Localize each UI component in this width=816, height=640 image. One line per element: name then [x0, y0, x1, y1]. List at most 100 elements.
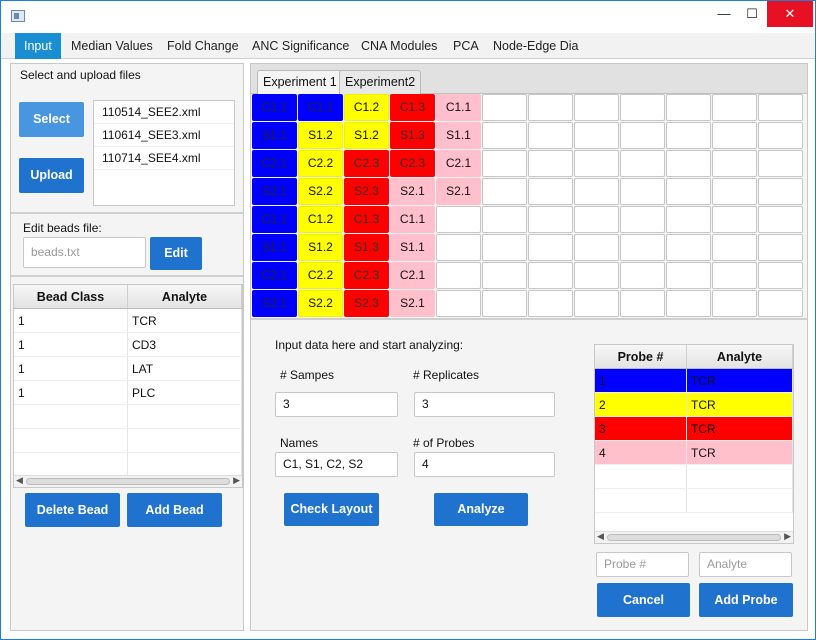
plate-well[interactable]: [712, 262, 757, 289]
scroll-left-icon[interactable]: ◀: [597, 531, 604, 542]
plate-well[interactable]: S1.3: [344, 234, 389, 261]
table-row[interactable]: 1 CD3: [14, 333, 242, 357]
table-row[interactable]: 2 TCR: [595, 393, 793, 417]
scroll-right-icon[interactable]: ▶: [233, 475, 240, 486]
column-header-analyte[interactable]: Analyte: [687, 345, 793, 368]
table-row[interactable]: 3 TCR: [595, 417, 793, 441]
plate-well[interactable]: C1.2: [298, 206, 343, 233]
add-probe-button[interactable]: Add Probe: [699, 583, 793, 617]
tab-experiment-2[interactable]: Experiment2: [339, 70, 422, 94]
plate-well[interactable]: S2.3: [344, 178, 389, 205]
horizontal-scrollbar[interactable]: ◀ ▶: [14, 475, 242, 487]
plate-well[interactable]: [758, 94, 803, 121]
plate-well[interactable]: [712, 94, 757, 121]
plate-well[interactable]: [620, 290, 665, 317]
file-list-item[interactable]: 110514_SEE2.xml: [94, 101, 234, 124]
upload-button[interactable]: Upload: [19, 158, 84, 193]
plate-well[interactable]: [528, 234, 573, 261]
plate-well[interactable]: C2.1: [252, 150, 297, 177]
samples-input[interactable]: 3: [275, 392, 398, 417]
plate-well[interactable]: [620, 94, 665, 121]
plate-well[interactable]: [666, 150, 711, 177]
plate-well[interactable]: [528, 206, 573, 233]
plate-well[interactable]: [620, 206, 665, 233]
plate-well[interactable]: C2.3: [344, 150, 389, 177]
plate-well[interactable]: [712, 234, 757, 261]
plate-well[interactable]: S1.3: [390, 122, 435, 149]
column-header-bead-class[interactable]: Bead Class: [14, 285, 128, 308]
plate-well[interactable]: [758, 234, 803, 261]
plate-well[interactable]: [666, 206, 711, 233]
cancel-button[interactable]: Cancel: [597, 583, 690, 617]
plate-well[interactable]: [574, 290, 619, 317]
edit-beads-button[interactable]: Edit: [150, 237, 202, 270]
plate-well[interactable]: [482, 290, 527, 317]
plate-well[interactable]: [574, 206, 619, 233]
plate-well[interactable]: C2.1: [390, 262, 435, 289]
plate-well[interactable]: [712, 178, 757, 205]
plate-well[interactable]: S1.1: [390, 234, 435, 261]
plate-well[interactable]: S1.1: [252, 122, 297, 149]
plate-well[interactable]: S1.2: [344, 122, 389, 149]
plate-well[interactable]: S2.1: [436, 178, 481, 205]
plate-well[interactable]: C1.1: [252, 94, 297, 121]
scrollbar-thumb[interactable]: [26, 478, 230, 485]
column-header-analyte[interactable]: Analyte: [128, 285, 242, 308]
plate-well[interactable]: [574, 94, 619, 121]
plate-well[interactable]: C2.1: [252, 262, 297, 289]
plate-well[interactable]: [620, 234, 665, 261]
plate-well[interactable]: [712, 290, 757, 317]
horizontal-scrollbar[interactable]: ◀ ▶: [595, 531, 793, 543]
plate-well[interactable]: C2.1: [436, 150, 481, 177]
plate-well[interactable]: [574, 262, 619, 289]
plate-well[interactable]: S1.2: [298, 234, 343, 261]
plate-well[interactable]: S2.3: [344, 290, 389, 317]
plate-well[interactable]: [574, 122, 619, 149]
plate-well[interactable]: [758, 262, 803, 289]
probe-table[interactable]: Probe # Analyte 1 TCR 2 TCR 3 TCR 4 TCR ◀ ▶: [594, 344, 794, 544]
plate-well[interactable]: S2.1: [390, 290, 435, 317]
plate-well[interactable]: [436, 262, 481, 289]
plate-well[interactable]: S2.1: [252, 178, 297, 205]
add-bead-button[interactable]: Add Bead: [127, 493, 222, 527]
plate-well[interactable]: C1.1: [252, 206, 297, 233]
beads-file-input[interactable]: beads.txt: [23, 237, 146, 268]
plate-well[interactable]: [482, 178, 527, 205]
plate-well[interactable]: S1.1: [436, 122, 481, 149]
plate-well[interactable]: C1.2: [344, 94, 389, 121]
plate-well[interactable]: [712, 150, 757, 177]
plate-well[interactable]: [758, 290, 803, 317]
plate-well[interactable]: [436, 206, 481, 233]
menu-cna-modules[interactable]: CNA Modules: [352, 33, 446, 59]
analyze-button[interactable]: Analyze: [434, 493, 528, 526]
maximize-button[interactable]: ☐: [735, 1, 769, 27]
probes-input[interactable]: 4: [414, 452, 555, 477]
plate-well[interactable]: C2.2: [298, 150, 343, 177]
plate-well[interactable]: [574, 150, 619, 177]
check-layout-button[interactable]: Check Layout: [284, 493, 379, 526]
plate-well[interactable]: C2.2: [298, 262, 343, 289]
scroll-left-icon[interactable]: ◀: [16, 475, 23, 486]
menu-anc-significance[interactable]: ANC Significance: [243, 33, 358, 59]
plate-well[interactable]: [620, 150, 665, 177]
plate-well[interactable]: [758, 150, 803, 177]
plate-well[interactable]: [666, 178, 711, 205]
plate-well[interactable]: [528, 122, 573, 149]
plate-well[interactable]: [436, 234, 481, 261]
plate-well[interactable]: [666, 122, 711, 149]
plate-well[interactable]: [758, 178, 803, 205]
plate-well[interactable]: C1.3: [344, 206, 389, 233]
plate-well[interactable]: [712, 122, 757, 149]
menu-node-edge-dia[interactable]: Node-Edge Dia: [484, 33, 587, 59]
menu-median-values[interactable]: Median Values: [62, 33, 162, 59]
file-list-item[interactable]: 110614_SEE3.xml: [94, 124, 234, 147]
analyte-input[interactable]: Analyte: [699, 552, 792, 577]
plate-well[interactable]: [666, 234, 711, 261]
plate-well[interactable]: C1.1: [436, 94, 481, 121]
plate-well[interactable]: [574, 234, 619, 261]
plate-well[interactable]: S2.1: [252, 290, 297, 317]
plate-well[interactable]: [436, 290, 481, 317]
bead-table[interactable]: Bead Class Analyte 1 TCR 1 CD3 1 LAT 1 P…: [13, 284, 243, 488]
plate-well[interactable]: [620, 262, 665, 289]
delete-bead-button[interactable]: Delete Bead: [25, 493, 120, 527]
